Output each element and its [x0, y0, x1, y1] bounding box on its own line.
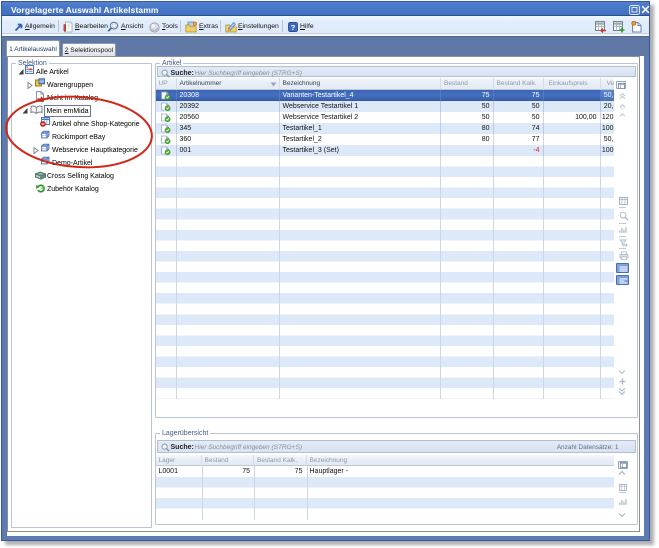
- svg-text:?: ?: [291, 23, 296, 32]
